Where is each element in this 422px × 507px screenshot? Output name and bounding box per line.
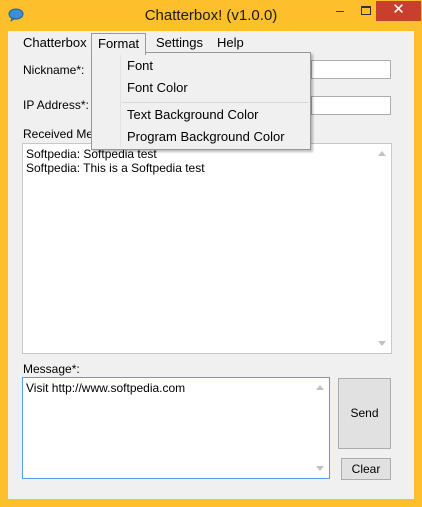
menu-help[interactable]: Help	[211, 33, 250, 54]
nickname-label: Nickname*:	[23, 63, 85, 77]
received-messages-text: Softpedia: Softpedia test Softpedia: Thi…	[26, 147, 205, 175]
menu-item-program-background-color[interactable]: Program Background Color	[94, 126, 308, 148]
format-dropdown: Font Font Color Text Background Color Pr…	[91, 52, 311, 150]
message-input[interactable]: Visit http://www.softpedia.com	[22, 377, 330, 479]
scroll-down-icon[interactable]	[316, 466, 324, 471]
send-button[interactable]: Send	[338, 378, 391, 449]
scroll-down-icon[interactable]	[378, 341, 386, 346]
maximize-icon	[361, 6, 371, 15]
received-scrollbar[interactable]	[374, 144, 391, 353]
received-messages-label: Received Mes	[23, 127, 100, 141]
menu-format[interactable]: Format	[91, 33, 147, 55]
menu-separator	[122, 102, 308, 103]
received-messages-box[interactable]: Softpedia: Softpedia test Softpedia: Thi…	[22, 143, 392, 354]
clear-button[interactable]: Clear	[341, 458, 391, 480]
menu-bar: Chatterbox Format Settings Help	[8, 31, 414, 55]
ip-address-label: IP Address*:	[23, 98, 89, 112]
scroll-up-icon[interactable]	[316, 385, 324, 390]
ip-address-input[interactable]	[311, 96, 391, 115]
minimize-button[interactable]: –	[327, 1, 353, 21]
title-bar[interactable]: Chatterbox! (v1.0.0) – ✕	[0, 0, 422, 31]
menu-item-font-color[interactable]: Font Color	[94, 77, 308, 99]
menu-item-text-background-color[interactable]: Text Background Color	[94, 104, 308, 126]
message-label: Message*:	[23, 362, 80, 376]
nickname-input[interactable]	[311, 60, 391, 79]
menu-chatterbox[interactable]: Chatterbox	[17, 33, 93, 54]
menu-item-font[interactable]: Font	[94, 55, 308, 77]
scroll-up-icon[interactable]	[378, 151, 386, 156]
message-text: Visit http://www.softpedia.com	[26, 381, 186, 395]
menu-settings[interactable]: Settings	[150, 33, 209, 54]
app-window: Chatterbox! (v1.0.0) – ✕ Nickname*: IP A…	[0, 0, 422, 507]
close-button[interactable]: ✕	[376, 1, 421, 21]
message-scrollbar[interactable]	[312, 378, 329, 478]
